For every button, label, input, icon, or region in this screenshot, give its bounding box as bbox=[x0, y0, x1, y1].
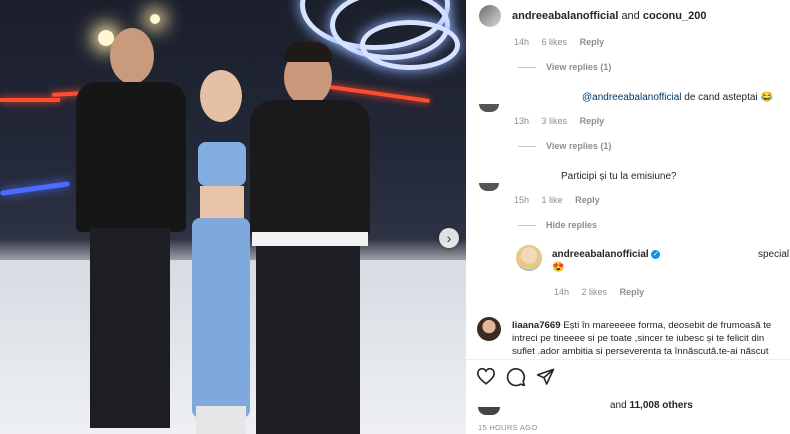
divider bbox=[518, 67, 536, 69]
comment-text: liaana7669 Ești în mareeeee forma, deose… bbox=[512, 319, 786, 358]
commenter-avatar[interactable] bbox=[479, 183, 499, 191]
comment-meta: 13h 3 likes Reply bbox=[514, 116, 614, 126]
divider bbox=[518, 225, 536, 227]
reply-button[interactable]: Reply bbox=[575, 195, 600, 205]
post-header: andreeabalanofficial and coconu_200 bbox=[512, 10, 706, 22]
person-left bbox=[76, 28, 186, 434]
comment-meta: 14h 2 likes Reply bbox=[554, 287, 654, 297]
person-right bbox=[250, 42, 370, 434]
comment-text: Participi și tu la emisiune? bbox=[561, 171, 677, 182]
stage-red-light bbox=[0, 98, 60, 102]
comment-line: suflet .ador ambitia si perseverenta ta … bbox=[512, 346, 769, 357]
verified-badge-icon: ✓ bbox=[651, 249, 661, 259]
coauthor-joiner: and bbox=[621, 10, 640, 22]
view-replies-label: View replies (1) bbox=[546, 141, 612, 151]
author-avatar[interactable] bbox=[479, 5, 501, 27]
divider bbox=[518, 146, 536, 148]
reply-trailing-text: special bbox=[758, 249, 790, 260]
mention-link[interactable]: @andreeabalanofficial bbox=[582, 92, 681, 103]
coauthor-username[interactable]: coconu_200 bbox=[643, 10, 707, 22]
comment-icon[interactable] bbox=[506, 367, 528, 387]
heart-icon[interactable] bbox=[476, 367, 498, 387]
comment-body: de cand asteptai bbox=[684, 92, 758, 103]
commenter-avatar[interactable] bbox=[479, 104, 499, 112]
post-photo: › bbox=[0, 0, 466, 434]
emoji: 😂 bbox=[760, 92, 773, 103]
comment-meta: 15h 1 like Reply bbox=[514, 195, 610, 205]
commenter-avatar[interactable] bbox=[477, 317, 501, 341]
comment-line: Ești în mareeeee forma, deosebit de frum… bbox=[563, 320, 772, 331]
commenter-username[interactable]: liaana7669 bbox=[512, 320, 561, 331]
comment-meta: 14h 6 likes Reply bbox=[514, 37, 614, 47]
reply-button[interactable]: Reply bbox=[580, 37, 605, 47]
reply-header: andreeabalanofficial ✓ bbox=[552, 249, 661, 260]
view-replies-button[interactable]: View replies (1) bbox=[518, 62, 611, 72]
post-timestamp: 15 HOURS AGO bbox=[478, 423, 538, 432]
reply-avatar[interactable] bbox=[516, 245, 542, 271]
emoji: 😍 bbox=[552, 262, 565, 273]
stage-blue-light bbox=[0, 181, 71, 196]
comment-likes[interactable]: 3 likes bbox=[542, 116, 568, 126]
likes-prefix: and bbox=[610, 400, 627, 411]
comment-time: 15h bbox=[514, 195, 530, 205]
next-photo-button[interactable]: › bbox=[439, 228, 459, 248]
comment-likes[interactable]: 1 like bbox=[542, 195, 563, 205]
view-replies-button[interactable]: View replies (1) bbox=[518, 141, 611, 151]
share-icon[interactable] bbox=[536, 367, 558, 387]
reply-username[interactable]: andreeabalanofficial bbox=[552, 249, 649, 260]
comment-text: @andreeabalanofficial de cand asteptai 😂 bbox=[582, 91, 773, 104]
comment-time: 14h bbox=[554, 287, 570, 297]
comments-panel: andreeabalanofficial and coconu_200 14h … bbox=[466, 0, 790, 434]
comment-time: 14h bbox=[514, 37, 530, 47]
hide-replies-label: Hide replies bbox=[546, 220, 598, 230]
comment-time: 13h bbox=[514, 116, 530, 126]
reply-button[interactable]: Reply bbox=[620, 287, 645, 297]
hide-replies-button[interactable]: Hide replies bbox=[518, 220, 597, 230]
author-username[interactable]: andreeabalanofficial bbox=[512, 10, 618, 22]
likes-summary: and 11,008 others bbox=[610, 400, 693, 411]
view-replies-label: View replies (1) bbox=[546, 62, 612, 72]
comment-likes[interactable]: 6 likes bbox=[542, 37, 568, 47]
stage-spotlight bbox=[150, 14, 160, 24]
likes-count[interactable]: 11,008 others bbox=[629, 400, 692, 411]
divider bbox=[466, 359, 790, 360]
stage-light-arc bbox=[360, 20, 460, 70]
comment-likes[interactable]: 2 likes bbox=[582, 287, 608, 297]
comment-line: intreci pe tineeee si pe toate ,sincer t… bbox=[512, 333, 765, 344]
liker-avatar[interactable] bbox=[478, 407, 500, 415]
reply-button[interactable]: Reply bbox=[580, 116, 605, 126]
